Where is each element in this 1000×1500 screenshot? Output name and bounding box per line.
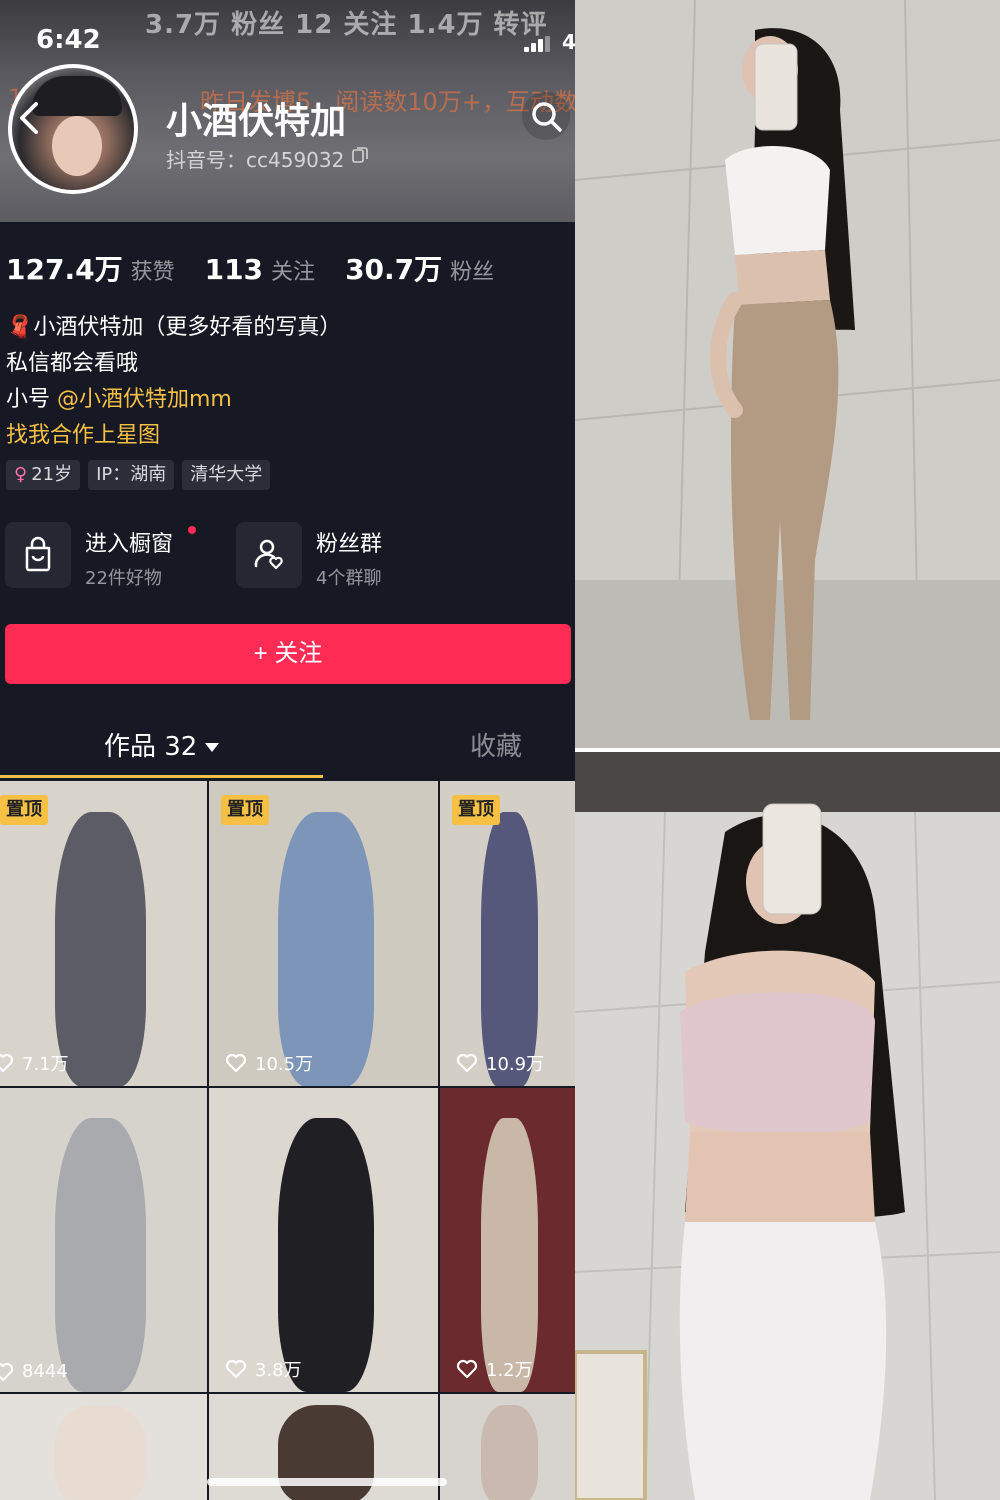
fan-group-subtitle: 4个群聊 [316,568,382,589]
heart-icon [456,1359,478,1379]
like-count: 8444 [0,1361,68,1382]
back-button[interactable] [16,100,48,136]
tab-favorites[interactable]: 收藏 [470,726,522,763]
photo-bottom [575,752,1000,1500]
video-figure [481,1118,538,1392]
heart-icon [0,1362,14,1381]
video-figure [55,1118,146,1392]
status-time: 6:42 [36,25,101,55]
caret-down-icon [205,743,220,752]
heart-icon [456,1053,478,1073]
heart-icon [0,1053,14,1073]
profile-header: 3.7万 粉丝 12 关注 1.4万 转评 1.7 昨日发博5，阅读数10万+，… [0,0,575,222]
video-figure [278,812,374,1086]
battery-level: 4 [562,30,575,54]
ip-tag: IP：湖南 [88,460,175,490]
like-count: 7.1万 [0,1050,69,1076]
school-tag[interactable]: 清华大学 [182,460,271,490]
like-count: 10.9万 [456,1050,544,1076]
video-tile[interactable]: 8444 [0,1088,207,1392]
video-tile[interactable]: 置顶 7.1万 [0,781,207,1086]
header-ghost-stats: 3.7万 粉丝 12 关注 1.4万 转评 [145,10,548,40]
video-figure [55,812,146,1086]
stat-likes[interactable]: 127.4万 获赞 [6,248,175,288]
copy-icon[interactable] [352,146,368,164]
chevron-left-icon [20,102,38,134]
video-tile[interactable]: 置顶 10.5万 [209,781,438,1086]
stat-followers[interactable]: 30.7万 粉丝 [345,248,494,288]
like-count: 3.8万 [225,1356,302,1382]
video-figure [481,812,538,1086]
heart-icon [225,1359,247,1379]
shopping-bag-icon [5,522,71,588]
video-figure [55,1405,146,1500]
tab-indicator [0,775,323,778]
profile-bio: 🧣小酒伏特加（更多好看的写真） 私信都会看哦 小号 @小酒伏特加mm 找我合作上… [6,310,341,454]
like-count: 10.5万 [225,1050,313,1076]
notification-dot [188,526,196,534]
bio-line-3: 小号 @小酒伏特加mm [6,387,232,412]
user-heart-icon [236,522,302,588]
bio-line-2: 私信都会看哦 [6,351,139,376]
search-button[interactable] [522,92,570,140]
pinned-badge: 置顶 [221,795,269,825]
video-tile[interactable] [440,1394,575,1500]
profile-screen: 3.7万 粉丝 12 关注 1.4万 转评 1.7 昨日发博5，阅读数10万+，… [0,0,575,1500]
pinned-badge: 置顶 [452,795,500,825]
search-icon [532,102,562,132]
stat-following[interactable]: 113 关注 [205,253,315,286]
photo-top [575,0,1000,748]
fan-group-title: 粉丝群 [316,532,383,557]
profile-stats: 127.4万 获赞 113 关注 30.7万 粉丝 [6,248,494,288]
follow-button[interactable]: + 关注 [5,624,571,684]
profile-name: 小酒伏特加 [166,101,347,142]
video-figure [278,1118,374,1392]
heart-icon [225,1053,247,1073]
douyin-id: 抖音号：cc459032 [166,148,345,172]
tab-works[interactable]: 作品 32 [104,726,220,763]
like-count: 1.2万 [456,1356,533,1382]
bio-line-1: 🧣小酒伏特加（更多好看的写真） [6,315,342,340]
age-tag: ♀ 21岁 [6,460,81,490]
shop-subtitle: 22件好物 [85,568,162,589]
shop-title: 进入橱窗 [85,532,174,557]
video-figure [481,1405,538,1500]
female-icon: ♀ [14,464,28,485]
profile-tags: ♀ 21岁 IP：湖南 清华大学 [6,460,271,490]
video-tile[interactable]: 1.2万 [440,1088,575,1392]
alt-account-link[interactable]: @小酒伏特加mm [57,387,232,412]
signal-icon [524,36,552,52]
home-indicator [207,1478,447,1486]
video-tile[interactable] [0,1394,207,1500]
video-tile[interactable]: 3.8万 [209,1088,438,1392]
pinned-badge: 置顶 [0,795,48,825]
video-tile[interactable]: 置顶 10.9万 [440,781,575,1086]
xingtu-link[interactable]: 找我合作上星图 [6,418,341,454]
